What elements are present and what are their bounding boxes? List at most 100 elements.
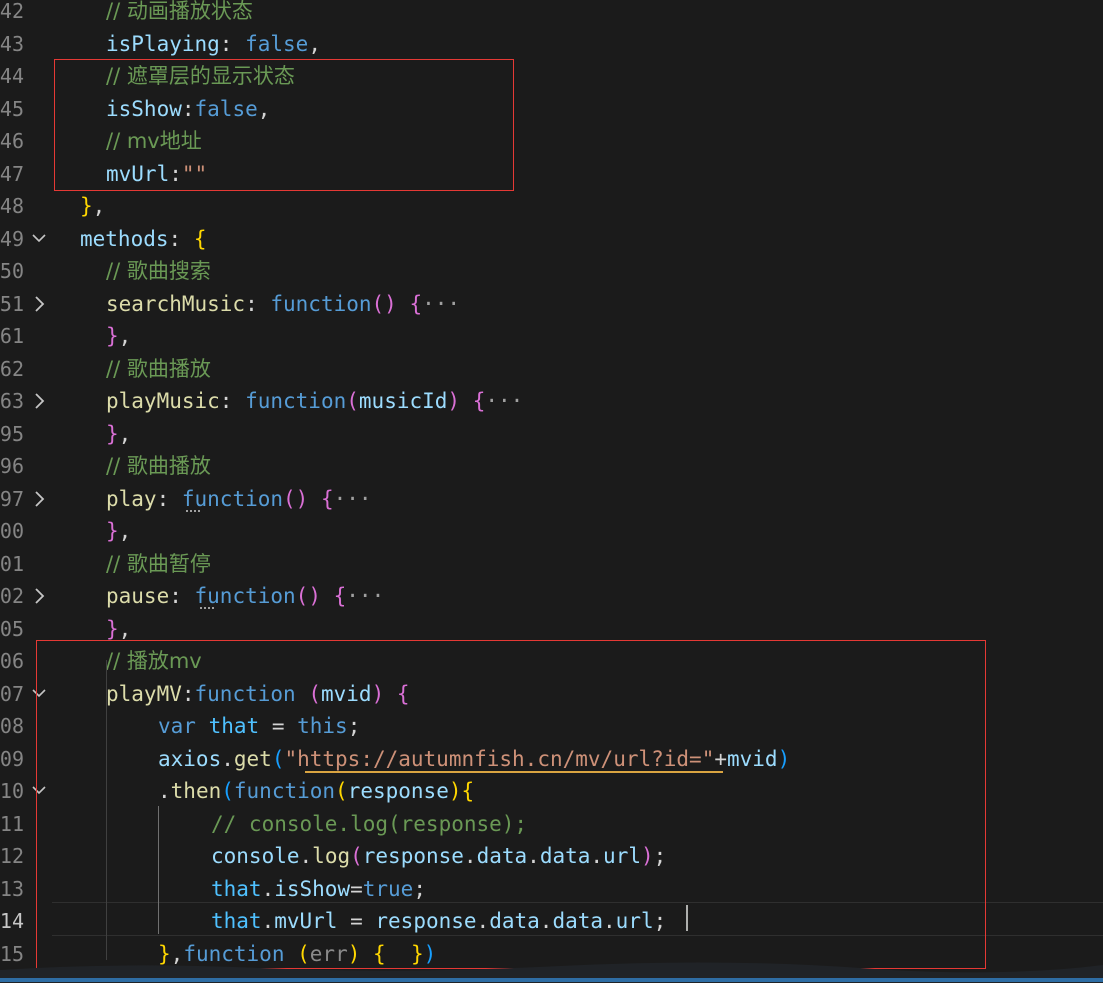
- code-token: mvUrl: [106, 161, 170, 186]
- code-token: playMV: [106, 681, 182, 706]
- code-text: },: [106, 613, 131, 645]
- hint-dots: [186, 506, 200, 512]
- code-text: playMusic: function(musicId) {···: [106, 385, 523, 417]
- line-number: 00: [0, 519, 24, 543]
- code-line[interactable]: 00},: [0, 515, 1103, 547]
- code-token: ): [777, 746, 791, 771]
- fold-collapsed-icon[interactable]: [28, 487, 50, 511]
- code-token: mvid: [727, 746, 778, 771]
- code-token: (): [295, 584, 321, 608]
- fold-expanded-icon[interactable]: [28, 682, 50, 706]
- line-number: 12: [0, 844, 24, 868]
- code-line[interactable]: 97 play: function() {···: [0, 483, 1103, 515]
- code-token: isPlaying: [106, 31, 220, 56]
- code-text: methods: {: [80, 223, 206, 255]
- code-line[interactable]: 48},: [0, 190, 1103, 222]
- line-number: 51: [0, 291, 24, 316]
- code-line[interactable]: 63 playMusic: function(musicId) {···: [0, 385, 1103, 417]
- line-number: 10: [0, 779, 24, 803]
- code-text: // 动画播放状态: [106, 0, 253, 27]
- line-number: 63: [0, 389, 24, 413]
- code-line[interactable]: 50 // 歌曲搜索: [0, 255, 1103, 287]
- line-number: 46: [0, 129, 24, 153]
- fold-collapsed-icon[interactable]: [28, 584, 50, 608]
- fold-collapsed-icon[interactable]: [28, 292, 50, 316]
- code-text: // console.log(response);: [211, 808, 527, 840]
- code-line[interactable]: 46 // mv地址: [0, 125, 1103, 157]
- code-text: playMV:function (mvid) {: [106, 678, 410, 710]
- code-line[interactable]: 61},: [0, 320, 1103, 352]
- code-token: :: [245, 291, 271, 316]
- code-line[interactable]: 07 playMV:function (mvid) {: [0, 678, 1103, 710]
- line-number: 62: [0, 356, 24, 381]
- code-token: // 动画播放状态: [106, 0, 253, 23]
- code-line[interactable]: 47 mvUrl:"": [0, 158, 1103, 190]
- code-line[interactable]: 12 console.log(response.data.data.url);: [0, 840, 1103, 872]
- line-number: 43: [0, 31, 24, 56]
- code-line[interactable]: 10 .then(function(response){: [0, 775, 1103, 807]
- code-token: ,: [118, 421, 132, 446]
- code-line[interactable]: 42 // 动画播放状态: [0, 0, 1103, 27]
- line-number: 95: [0, 421, 24, 446]
- code-line[interactable]: 49 methods: {: [0, 223, 1103, 255]
- code-token: // mv地址: [106, 129, 202, 153]
- code-token: ,: [118, 519, 132, 543]
- line-number: 02: [0, 584, 24, 608]
- code-token: (: [271, 746, 285, 771]
- code-token: axios: [158, 746, 222, 771]
- code-token: that: [208, 714, 260, 738]
- code-token: ···: [346, 584, 385, 608]
- fold-collapsed-icon[interactable]: [28, 389, 50, 413]
- code-line[interactable]: 11 // console.log(response);: [0, 808, 1103, 840]
- code-token: "https://autumnfish.cn/mv/url?id=": [284, 746, 715, 771]
- code-line[interactable]: 02 pause: function() {···: [0, 580, 1103, 612]
- fold-expanded-icon[interactable]: [28, 227, 50, 251]
- code-line[interactable]: 95},: [0, 418, 1103, 450]
- code-line[interactable]: 06 // 播放mv: [0, 645, 1103, 677]
- indent-guide-active: [158, 806, 159, 934]
- code-token: // 歌曲播放: [106, 454, 211, 478]
- code-line[interactable]: 01 // 歌曲暂停: [0, 548, 1103, 580]
- code-line[interactable]: 44 // 遮罩层的显示状态: [0, 60, 1103, 92]
- code-token: // 遮罩层的显示状态: [106, 64, 295, 88]
- code-token: // 歌曲搜索: [106, 259, 211, 283]
- code-token: }: [106, 616, 119, 641]
- code-token: ;: [413, 876, 426, 901]
- code-token: :: [181, 96, 195, 121]
- code-line[interactable]: 96 // 歌曲播放: [0, 450, 1103, 482]
- code-token: pause: [106, 584, 170, 608]
- code-token: :: [156, 486, 182, 511]
- code-token: (): [371, 291, 397, 316]
- line-number: 49: [0, 226, 24, 251]
- code-text: isShow:false,: [106, 93, 270, 125]
- code-token: ···: [333, 486, 372, 511]
- code-token: {: [193, 226, 207, 251]
- code-line[interactable]: 45 isShow:false,: [0, 93, 1103, 125]
- code-token: .: [463, 844, 477, 868]
- code-token: var: [158, 714, 196, 738]
- code-token: }: [80, 194, 93, 218]
- code-text: },: [106, 418, 131, 450]
- code-line[interactable]: 62 // 歌曲播放: [0, 353, 1103, 385]
- code-token: ): [448, 779, 462, 803]
- code-token: ,: [118, 324, 132, 348]
- code-token: (: [346, 389, 359, 413]
- line-number: 47: [0, 161, 24, 186]
- line-number: 61: [0, 324, 24, 348]
- panel-edge: [0, 962, 1103, 983]
- code-token: .: [527, 844, 540, 868]
- code-text: searchMusic: function() {···: [106, 288, 460, 320]
- code-text: },: [106, 320, 131, 352]
- code-editor[interactable]: 42 // 动画播放状态 43 isPlaying: false, 44 // 遮罩层的显…: [0, 0, 1103, 983]
- code-line[interactable]: 05},: [0, 613, 1103, 645]
- code-token: {: [472, 389, 486, 413]
- code-token: .: [221, 746, 234, 771]
- code-line[interactable]: 43 isPlaying: false,: [0, 28, 1103, 60]
- code-line[interactable]: 13 that.isShow=true;: [0, 873, 1103, 905]
- code-line[interactable]: 51 searchMusic: function() {···: [0, 288, 1103, 320]
- line-number: 97: [0, 486, 24, 511]
- fold-expanded-icon[interactable]: [28, 779, 50, 803]
- code-line[interactable]: 08 var that = this;: [0, 710, 1103, 742]
